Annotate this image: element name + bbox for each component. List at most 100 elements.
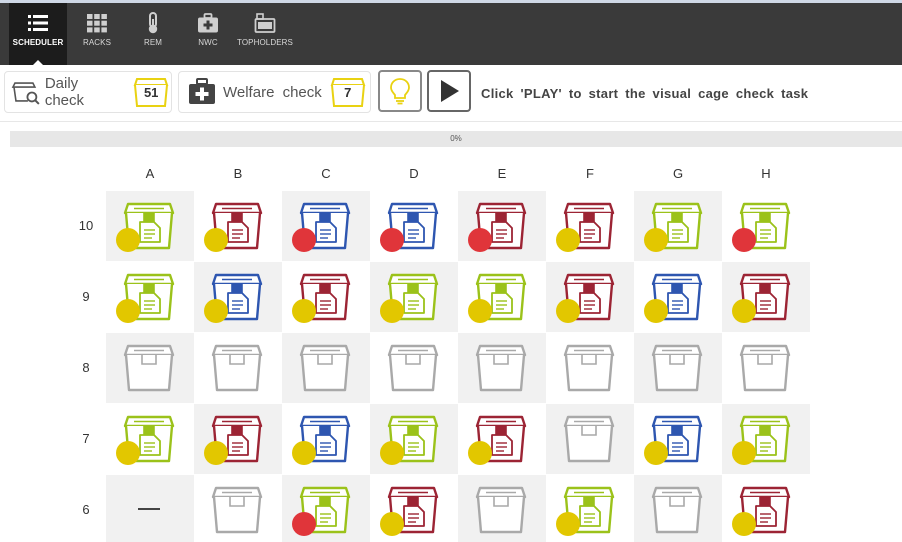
- status-dot-yellow: [556, 512, 580, 536]
- rack-cell-a10[interactable]: [106, 191, 194, 261]
- nav-label: TOPHOLDERS: [237, 38, 293, 47]
- status-dot-yellow: [116, 441, 140, 465]
- status-dot-yellow: [116, 299, 140, 323]
- rack-cell-b6[interactable]: [194, 475, 282, 542]
- status-dot-yellow: [644, 441, 668, 465]
- status-dot-yellow: [292, 299, 316, 323]
- medical-kit-icon: [189, 78, 215, 104]
- rack-cell-g9[interactable]: [634, 262, 722, 332]
- rack-cell-c10[interactable]: [282, 191, 370, 261]
- rack-cell-f10[interactable]: [546, 191, 634, 261]
- rack-cell-d8[interactable]: [370, 333, 458, 403]
- rack-cell-f6[interactable]: [546, 475, 634, 542]
- daily-check-count-badge: 51: [131, 77, 171, 108]
- status-dot-yellow: [380, 512, 404, 536]
- empty-cage-icon: [387, 344, 439, 392]
- rack-cell-c6[interactable]: [282, 475, 370, 542]
- status-dot-yellow: [204, 441, 228, 465]
- rack-cell-b9[interactable]: [194, 262, 282, 332]
- rack-cell-e6[interactable]: [458, 475, 546, 542]
- nav-scheduler[interactable]: SCHEDULER: [9, 3, 67, 65]
- rack-cell-g10[interactable]: [634, 191, 722, 261]
- rack-cell-b8[interactable]: [194, 333, 282, 403]
- rack-cell-g8[interactable]: [634, 333, 722, 403]
- rack-cell-h6[interactable]: [722, 475, 810, 542]
- status-dot-yellow: [468, 299, 492, 323]
- nav-nwc[interactable]: NWC: [179, 3, 237, 65]
- rack-cell-e9[interactable]: [458, 262, 546, 332]
- status-dot-yellow: [732, 512, 756, 536]
- rack-cell-h9[interactable]: [722, 262, 810, 332]
- nav-label: NWC: [198, 38, 218, 47]
- daily-check-button[interactable]: Daily check 51: [4, 71, 172, 113]
- row-header-7: 7: [82, 431, 90, 446]
- top-navigation: SCHEDULER RACKS REM NWC TOPHOLDERS: [0, 0, 902, 65]
- rack-cell-c8[interactable]: [282, 333, 370, 403]
- nav-topholders[interactable]: TOPHOLDERS: [235, 3, 295, 65]
- rack-cell-a6[interactable]: [106, 475, 194, 542]
- empty-cage-icon: [651, 486, 703, 534]
- status-dot-yellow: [292, 441, 316, 465]
- empty-cage-icon: [739, 344, 791, 392]
- status-dot-yellow: [116, 228, 140, 252]
- status-dot-red: [380, 228, 404, 252]
- rack-cell-d6[interactable]: [370, 475, 458, 542]
- column-header-b: B: [233, 166, 243, 181]
- rack-cell-g6[interactable]: [634, 475, 722, 542]
- empty-cage-icon: [475, 344, 527, 392]
- nav-label: REM: [143, 38, 163, 47]
- grid-icon: [87, 14, 107, 33]
- rack-cell-d10[interactable]: [370, 191, 458, 261]
- lightbulb-icon: [390, 78, 410, 105]
- row-header-8: 8: [82, 360, 90, 375]
- rack-cell-h8[interactable]: [722, 333, 810, 403]
- nav-rem[interactable]: REM: [124, 3, 182, 65]
- rack-cell-a9[interactable]: [106, 262, 194, 332]
- rack-cell-h10[interactable]: [722, 191, 810, 261]
- rack-cell-b10[interactable]: [194, 191, 282, 261]
- column-header-d: D: [409, 166, 419, 181]
- hint-button[interactable]: [378, 70, 422, 112]
- rack-cell-h7[interactable]: [722, 404, 810, 474]
- rack-cell-a8[interactable]: [106, 333, 194, 403]
- welfare-check-count-badge: 7: [328, 77, 368, 108]
- daily-check-label: Daily check: [44, 75, 85, 109]
- rack-cell-c7[interactable]: [282, 404, 370, 474]
- status-dot-yellow: [380, 441, 404, 465]
- status-dot-red: [292, 512, 316, 536]
- column-header-e: E: [497, 166, 507, 181]
- column-header-g: G: [672, 166, 684, 181]
- play-button[interactable]: [427, 70, 471, 112]
- daily-check-count: 51: [143, 84, 159, 100]
- rack-cell-b7[interactable]: [194, 404, 282, 474]
- rack-cell-f9[interactable]: [546, 262, 634, 332]
- list-icon: [28, 15, 48, 31]
- status-dot-red: [292, 228, 316, 252]
- rack-cell-a7[interactable]: [106, 404, 194, 474]
- cage-inspect-icon: [11, 82, 40, 105]
- nav-label: SCHEDULER: [12, 38, 64, 47]
- rack-cell-c9[interactable]: [282, 262, 370, 332]
- rack-cell-d7[interactable]: [370, 404, 458, 474]
- rack-cell-f8[interactable]: [546, 333, 634, 403]
- rack-cell-d9[interactable]: [370, 262, 458, 332]
- status-dot-yellow: [556, 299, 580, 323]
- welfare-check-label: Welfare check: [223, 83, 322, 101]
- task-hint-text: Click 'PLAY' to start the visual cage ch…: [481, 86, 809, 101]
- rack-cell-e7[interactable]: [458, 404, 546, 474]
- rack-cell-e8[interactable]: [458, 333, 546, 403]
- nav-label: RACKS: [82, 38, 112, 47]
- status-dot-red: [468, 228, 492, 252]
- medical-kit-icon: [198, 13, 218, 33]
- empty-cage-icon: [299, 344, 351, 392]
- progress-label: 0%: [450, 134, 462, 143]
- rack-cell-g7[interactable]: [634, 404, 722, 474]
- rack-cell-f7[interactable]: [546, 404, 634, 474]
- welfare-check-button[interactable]: Welfare check 7: [178, 71, 371, 113]
- column-header-a: A: [145, 166, 155, 181]
- status-dot-yellow: [732, 441, 756, 465]
- nav-racks[interactable]: RACKS: [68, 3, 126, 65]
- rack-cell-e10[interactable]: [458, 191, 546, 261]
- status-dot-yellow: [556, 228, 580, 252]
- row-header-6: 6: [82, 502, 90, 517]
